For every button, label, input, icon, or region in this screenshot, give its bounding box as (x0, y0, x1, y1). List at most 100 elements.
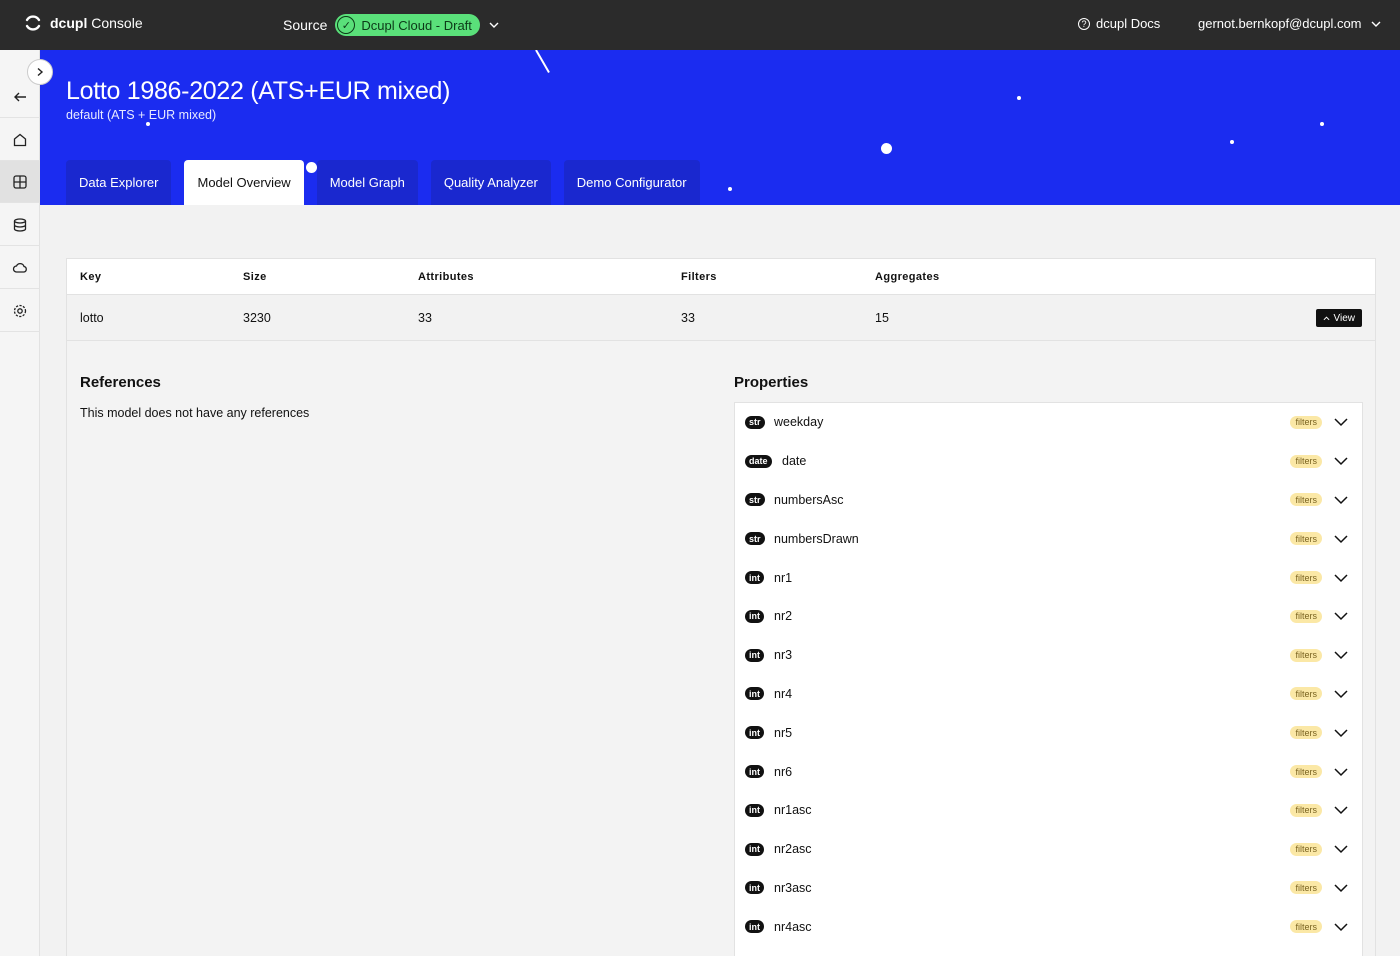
sidebar-item-data[interactable] (0, 204, 40, 246)
chevron-down-icon[interactable] (1333, 725, 1349, 741)
chevron-down-icon[interactable] (1333, 570, 1349, 586)
property-type-badge: int (745, 765, 764, 779)
property-row[interactable]: int nr2 filters (735, 597, 1362, 636)
decorative-dot (881, 143, 892, 154)
property-row[interactable]: int nr6 filters (735, 752, 1362, 791)
view-button-label: View (1333, 312, 1356, 324)
tab-data-explorer[interactable]: Data Explorer (66, 160, 172, 205)
filters-badge: filters (1290, 726, 1322, 740)
property-row[interactable]: int nr4 filters (735, 675, 1362, 714)
home-icon (13, 133, 27, 146)
chevron-down-icon[interactable] (1333, 492, 1349, 508)
grid-icon (13, 174, 27, 189)
table-row: lotto 3230 33 33 15 View (67, 295, 1375, 341)
user-email: gernot.bernkopf@dcupl.com (1198, 16, 1362, 31)
decorative-dot (1230, 140, 1234, 144)
references-empty-text: This model does not have any references (80, 406, 310, 420)
property-type-badge: int (745, 842, 764, 856)
chevron-down-icon[interactable] (1333, 608, 1349, 624)
chevron-down-icon[interactable] (1333, 414, 1349, 430)
chevron-down-icon[interactable] (1370, 18, 1382, 30)
cell-size: 3230 (243, 311, 271, 325)
property-name: nr3asc (774, 880, 812, 895)
property-type-badge: int (745, 881, 764, 895)
tab-demo-configurator[interactable]: Demo Configurator (563, 160, 700, 205)
property-row[interactable]: int nr4asc filters (735, 907, 1362, 946)
tab-quality-analyzer[interactable]: Quality Analyzer (430, 160, 551, 205)
chevron-down-icon[interactable] (1333, 647, 1349, 663)
column-header-attributes: Attributes (418, 271, 474, 283)
tab-model-graph[interactable]: Model Graph (316, 160, 418, 205)
property-row[interactable]: int nr3 filters (735, 636, 1362, 675)
chevron-down-icon[interactable] (488, 19, 500, 31)
filters-badge: filters (1290, 532, 1322, 546)
chevron-down-icon[interactable] (1333, 531, 1349, 547)
chevron-down-icon[interactable] (1333, 841, 1349, 857)
property-row[interactable]: int nr1 filters (735, 558, 1362, 597)
chevron-down-icon[interactable] (1333, 764, 1349, 780)
model-overview-panel: Key Size Attributes Filters Aggregates l… (66, 258, 1376, 956)
user-menu[interactable]: gernot.bernkopf@dcupl.com (1198, 16, 1382, 31)
source-pill[interactable]: ✓ Dcupl Cloud - Draft (335, 14, 480, 36)
dcupl-logo-icon (25, 15, 41, 31)
property-row[interactable]: int nr1asc filters (735, 791, 1362, 830)
property-type-badge: int (745, 726, 764, 740)
properties-title: Properties (734, 374, 809, 391)
docs-link[interactable]: ? dcupl Docs (1078, 16, 1160, 31)
property-row[interactable]: int nr5 filters (735, 713, 1362, 752)
chevron-down-icon[interactable] (1333, 880, 1349, 896)
chevron-right-icon (37, 67, 44, 77)
column-header-size: Size (243, 271, 267, 283)
property-name: nr6 (774, 764, 793, 779)
tab-model-overview[interactable]: Model Overview (184, 160, 304, 205)
chevron-down-icon[interactable] (1333, 686, 1349, 702)
property-type-badge: str (745, 415, 765, 429)
property-type-badge: int (745, 687, 764, 701)
property-row[interactable]: str numbersAsc filters (735, 481, 1362, 520)
chevron-down-icon[interactable] (1333, 919, 1349, 935)
chevron-down-icon[interactable] (1333, 802, 1349, 818)
source-selector[interactable]: Source ✓ Dcupl Cloud - Draft (283, 14, 500, 36)
property-row[interactable]: int nr3asc filters (735, 869, 1362, 908)
filters-badge: filters (1290, 803, 1322, 817)
database-icon (13, 217, 27, 232)
decorative-dot (728, 187, 732, 191)
brand[interactable]: dcupl Console (24, 14, 143, 32)
cloud-icon (12, 262, 27, 273)
decorative-line (535, 50, 550, 74)
docs-label: dcupl Docs (1096, 16, 1161, 31)
cell-key: lotto (80, 311, 104, 325)
help-icon: ? (1078, 17, 1090, 30)
view-button[interactable]: View (1315, 309, 1362, 327)
property-type-badge: int (745, 571, 764, 585)
property-row[interactable]: date date filters (735, 442, 1362, 481)
column-header-aggregates: Aggregates (875, 271, 940, 283)
sidebar-toggle-button[interactable] (27, 59, 53, 85)
property-name: nr5 (774, 725, 793, 740)
filters-badge: filters (1290, 609, 1322, 623)
property-row[interactable]: int nr2asc filters (735, 830, 1362, 869)
source-value: Dcupl Cloud - Draft (361, 17, 472, 33)
arrow-left-icon (14, 92, 26, 101)
property-name: numbersDrawn (774, 531, 859, 546)
sidebar-item-cloud[interactable] (0, 247, 40, 289)
brand-name: dcupl (50, 15, 88, 31)
properties-list: str weekday filters date date filters str numbe… (734, 402, 1363, 956)
property-row[interactable]: str numbersDrawn filters (735, 519, 1362, 558)
filters-badge: filters (1290, 842, 1322, 856)
source-label: Source (283, 17, 328, 33)
sidebar-item-home[interactable] (0, 119, 40, 161)
property-name: nr1asc (774, 803, 812, 818)
property-type-badge: str (745, 532, 765, 546)
sidebar (0, 50, 40, 956)
property-type-badge: int (745, 803, 764, 817)
chevron-up-icon (1323, 315, 1329, 320)
chevron-down-icon[interactable] (1333, 453, 1349, 469)
sidebar-item-settings[interactable] (0, 290, 40, 332)
property-name: date (782, 454, 807, 469)
sidebar-item-models[interactable] (0, 161, 40, 203)
decorative-dot (1320, 122, 1324, 126)
cell-attributes: 33 (418, 311, 432, 325)
top-bar: dcupl Console Source ✓ Dcupl Cloud - Dra… (0, 0, 1400, 50)
property-row[interactable]: str weekday filters (735, 403, 1362, 442)
